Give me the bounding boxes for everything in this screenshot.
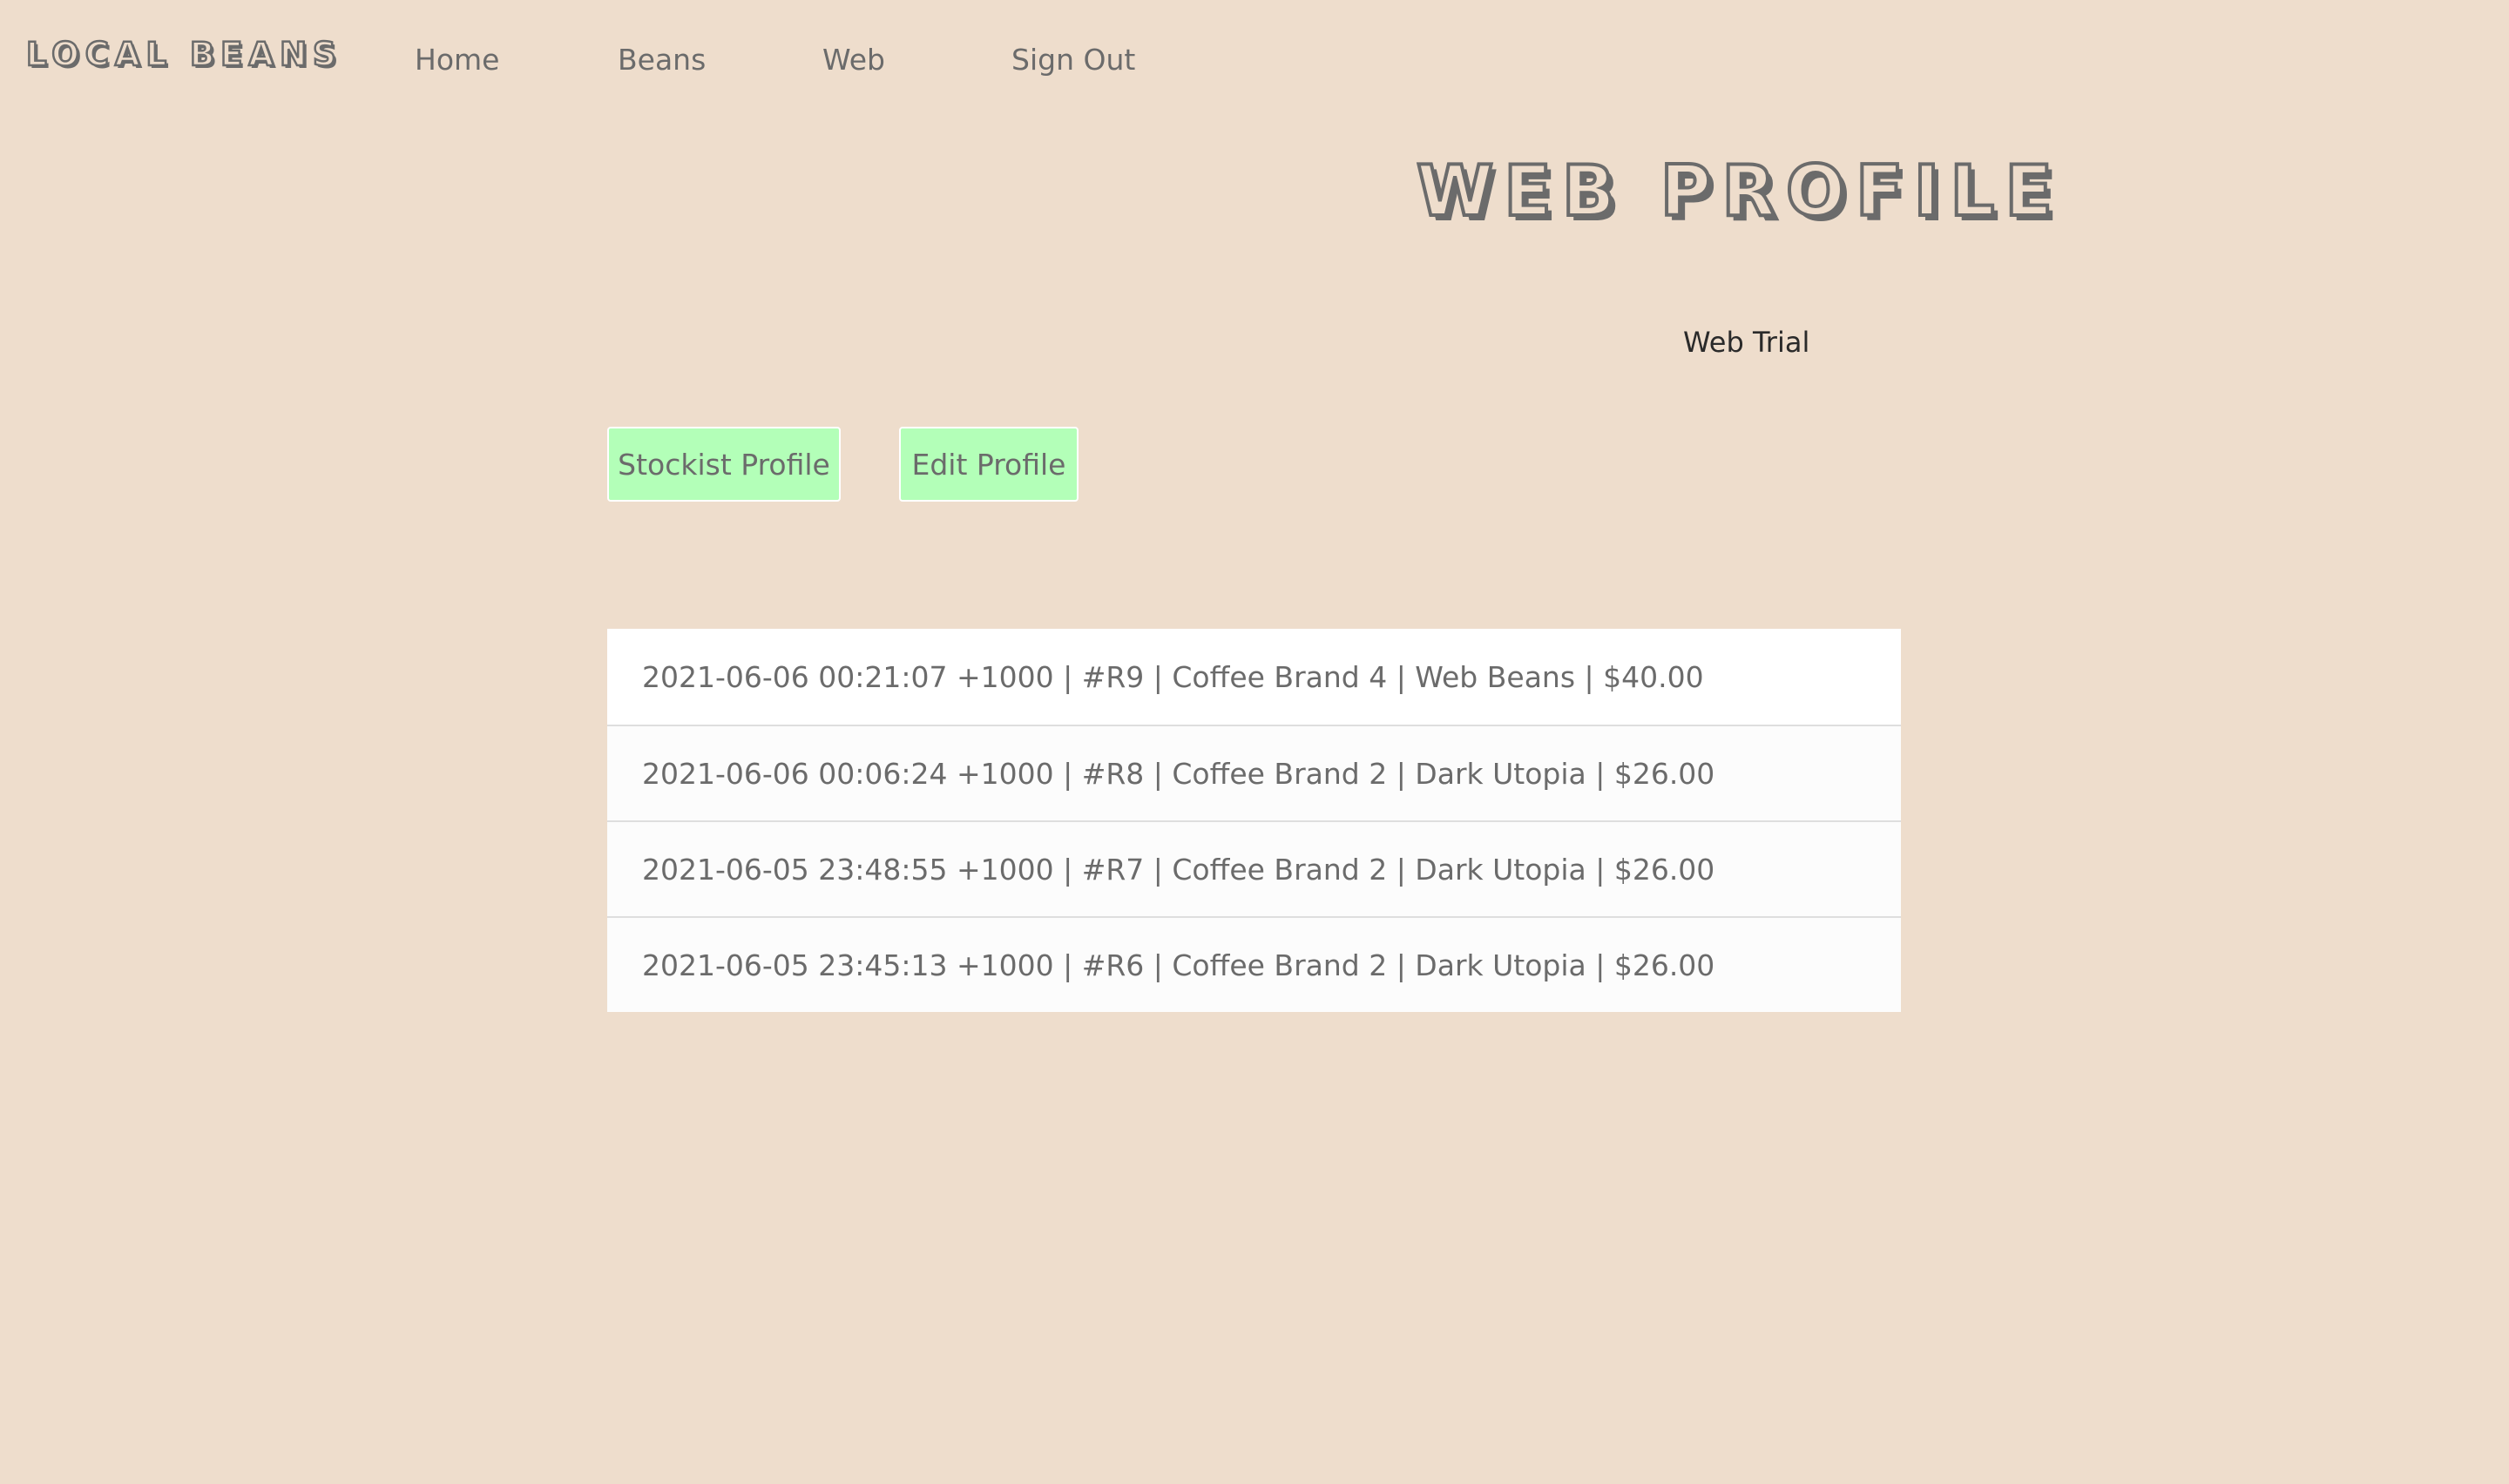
nav-link-web[interactable]: Web	[822, 45, 885, 74]
order-list-item[interactable]: 2021-06-05 23:45:13 +1000 | #R6 | Coffee…	[607, 916, 1901, 1012]
order-list: 2021-06-06 00:21:07 +1000 | #R9 | Coffee…	[607, 629, 1901, 1012]
page-title: WEB PROFILE	[1415, 151, 2063, 232]
nav-link-sign-out[interactable]: Sign Out	[1011, 45, 1135, 74]
stockist-profile-button[interactable]: Stockist Profile	[607, 427, 841, 502]
edit-profile-button[interactable]: Edit Profile	[899, 427, 1079, 502]
nav-link-home[interactable]: Home	[415, 45, 499, 74]
order-list-item[interactable]: 2021-06-05 23:48:55 +1000 | #R7 | Coffee…	[607, 820, 1901, 916]
nav-link-beans[interactable]: Beans	[618, 45, 706, 74]
order-list-item[interactable]: 2021-06-06 00:06:24 +1000 | #R8 | Coffee…	[607, 725, 1901, 820]
profile-subtitle: Web Trial	[1683, 326, 1810, 359]
site-logo[interactable]: LOCAL BEANS	[25, 37, 342, 72]
order-list-item[interactable]: 2021-06-06 00:21:07 +1000 | #R9 | Coffee…	[607, 629, 1901, 725]
